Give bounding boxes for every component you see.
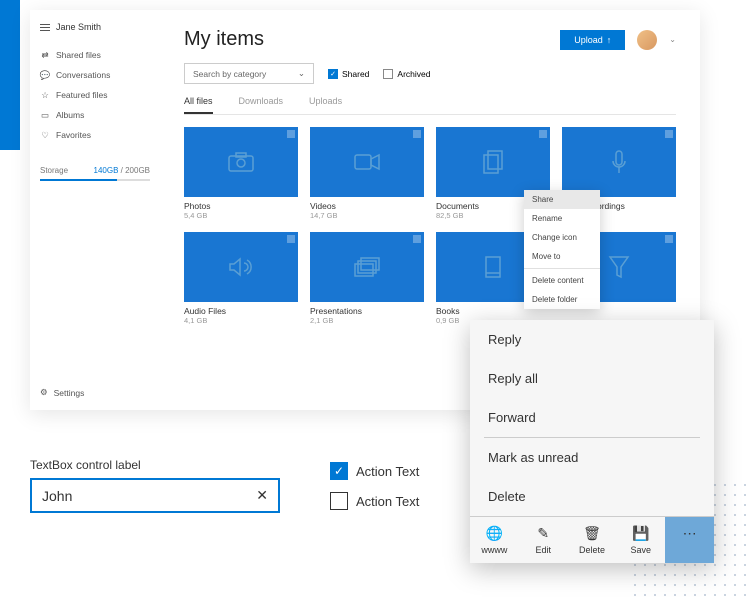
tile-grid: Photos 5,4 GB Videos 14,7 GB Documents 8…	[184, 127, 676, 325]
chevron-down-icon[interactable]: ⌄	[669, 35, 676, 44]
nav-favorites[interactable]: ♡Favorites	[40, 126, 150, 144]
chat-icon: 💬	[40, 70, 50, 80]
mic-icon	[610, 149, 628, 175]
nav-featured[interactable]: ☆Featured files	[40, 86, 150, 104]
menu-reply-all[interactable]: Reply all	[470, 359, 714, 398]
user-name: Jane Smith	[56, 22, 101, 32]
storage-used: 140GB	[94, 166, 119, 175]
nav-shared-files[interactable]: ⇄Shared files	[40, 46, 150, 64]
tile-videos[interactable]: Videos 14,7 GB	[310, 127, 424, 220]
gear-icon: ⚙	[40, 387, 48, 398]
action-unchecked[interactable]: Action Text	[330, 492, 419, 510]
ctx-delete-folder[interactable]: Delete folder	[524, 290, 600, 309]
speaker-icon	[228, 256, 254, 278]
sidebar: Jane Smith ⇄Shared files 💬Conversations …	[30, 10, 160, 410]
nav-list: ⇄Shared files 💬Conversations ☆Featured f…	[40, 46, 150, 146]
globe-icon: 🌐	[486, 525, 503, 542]
textbox-label: TextBox control label	[30, 458, 280, 472]
tile-presentations[interactable]: Presentations 2,1 GB	[310, 232, 424, 325]
checkbox-icon	[330, 492, 348, 510]
menu-toolbar: 🌐wwww ✎Edit 🗑Delete 💾Save ⋯	[470, 516, 714, 563]
textbox-input[interactable]: John ✕	[30, 478, 280, 513]
share-icon: ⇄	[40, 50, 50, 60]
funnel-icon	[608, 255, 630, 279]
tile-photos[interactable]: Photos 5,4 GB	[184, 127, 298, 220]
textbox-value: John	[42, 488, 72, 504]
ctx-delete-content[interactable]: Delete content	[524, 271, 600, 290]
action-checked[interactable]: ✓ Action Text	[330, 462, 419, 480]
ctx-share[interactable]: Share	[524, 190, 600, 209]
storage-total: 200GB	[125, 166, 150, 175]
accent-block	[0, 0, 20, 150]
textbox-demo: TextBox control label John ✕	[30, 458, 280, 513]
hamburger-icon[interactable]	[40, 24, 50, 31]
page-title: My items	[184, 28, 264, 51]
nav-albums[interactable]: ▭Albums	[40, 106, 150, 124]
storage-bar	[40, 179, 150, 181]
menu-reply[interactable]: Reply	[470, 320, 714, 359]
document-icon	[482, 149, 504, 175]
upload-icon: ↑	[607, 35, 612, 45]
checkbox-icon: ✓	[330, 462, 348, 480]
tab-uploads[interactable]: Uploads	[309, 96, 342, 114]
category-select[interactable]: Search by category ⌄	[184, 63, 314, 84]
menu-mark-unread[interactable]: Mark as unread	[470, 438, 714, 477]
slides-icon	[353, 256, 381, 278]
video-icon	[353, 153, 381, 171]
menu-delete[interactable]: Delete	[470, 477, 714, 516]
tab-downloads[interactable]: Downloads	[239, 96, 284, 114]
message-context-menu: Reply Reply all Forward Mark as unread D…	[470, 320, 714, 563]
ctx-rename[interactable]: Rename	[524, 209, 600, 228]
trash-icon: 🗑	[583, 525, 601, 542]
storage-section: Storage 140GB / 200GB	[40, 166, 150, 181]
checkbox-icon	[383, 69, 393, 79]
menu-forward[interactable]: Forward	[470, 398, 714, 437]
checkbox-demo: ✓ Action Text Action Text	[330, 462, 419, 522]
ctx-move-to[interactable]: Move to	[524, 247, 600, 266]
toolbar-delete[interactable]: 🗑Delete	[568, 517, 617, 563]
toolbar-edit[interactable]: ✎Edit	[519, 517, 568, 563]
camera-icon	[227, 151, 255, 173]
toolbar-www[interactable]: 🌐wwww	[470, 517, 519, 563]
divider	[524, 268, 600, 269]
star-icon: ☆	[40, 90, 50, 100]
heart-icon: ♡	[40, 130, 50, 140]
storage-label: Storage	[40, 166, 68, 175]
checkbox-icon: ✓	[328, 69, 338, 79]
tile-audio[interactable]: Audio Files 4,1 GB	[184, 232, 298, 325]
sidebar-header: Jane Smith	[40, 22, 150, 32]
album-icon: ▭	[40, 110, 50, 120]
chevron-down-icon: ⌄	[298, 68, 305, 79]
tabs: All files Downloads Uploads	[184, 96, 676, 115]
archived-checkbox[interactable]: Archived	[383, 69, 430, 79]
toolbar-more[interactable]: ⋯	[665, 517, 714, 563]
book-icon	[483, 255, 503, 279]
avatar[interactable]	[637, 30, 657, 50]
more-icon: ⋯	[683, 525, 697, 542]
upload-button[interactable]: Upload ↑	[560, 30, 625, 50]
tile-context-menu: Share Rename Change icon Move to Delete …	[524, 190, 600, 309]
edit-icon: ✎	[537, 525, 549, 542]
clear-icon[interactable]: ✕	[256, 487, 268, 504]
tab-all-files[interactable]: All files	[184, 96, 213, 114]
toolbar-save[interactable]: 💾Save	[616, 517, 665, 563]
shared-checkbox[interactable]: ✓ Shared	[328, 69, 369, 79]
nav-conversations[interactable]: 💬Conversations	[40, 66, 150, 84]
save-icon: 💾	[632, 525, 649, 542]
settings-link[interactable]: ⚙ Settings	[40, 387, 150, 398]
ctx-change-icon[interactable]: Change icon	[524, 228, 600, 247]
